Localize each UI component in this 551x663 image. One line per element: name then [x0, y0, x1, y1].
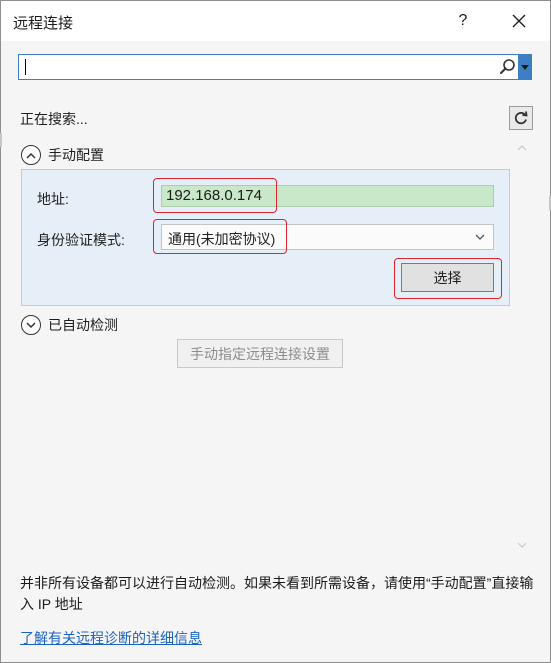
address-label: 地址:	[37, 191, 69, 207]
scroll-up-chevron-icon[interactable]	[517, 144, 527, 152]
auto-detected-label: 已自动检测	[48, 317, 118, 333]
refresh-button[interactable]	[509, 106, 533, 130]
expand-chevron-icon	[21, 315, 41, 335]
scroll-down-chevron-icon[interactable]	[517, 541, 527, 549]
caret-down-icon	[520, 64, 529, 70]
auth-mode-select[interactable]: 通用(未加密协议)	[161, 224, 494, 250]
search-box	[18, 54, 532, 80]
searching-status: 正在搜索...	[20, 111, 88, 127]
chevron-down-icon	[475, 234, 485, 240]
search-input[interactable]	[19, 55, 509, 79]
address-field[interactable]: 192.168.0.174	[161, 185, 494, 207]
auth-mode-value: 通用(未加密协议)	[168, 231, 276, 247]
dialog-title: 远程连接	[13, 15, 74, 32]
refresh-icon	[514, 111, 528, 125]
manual-remote-settings-button[interactable]: 手动指定远程连接设置	[177, 339, 343, 368]
manual-config-header[interactable]: 手动配置	[21, 145, 104, 165]
search-icon[interactable]	[499, 58, 517, 76]
remote-connection-dialog: 远程连接 ? 正在搜索... 手动配置 地址: 192.168.0.174 身份…	[0, 0, 551, 663]
manual-config-label: 手动配置	[48, 147, 104, 163]
learn-more-link[interactable]: 了解有关远程诊断的详细信息	[20, 628, 202, 648]
window-edge-mark	[0, 133, 2, 147]
auto-detected-header[interactable]: 已自动检测	[21, 315, 118, 335]
auto-detect-note: 并非所有设备都可以进行自动检测。如果未看到所需设备，请使用“手动配置”直接输入 …	[20, 575, 534, 612]
close-button[interactable]	[499, 5, 539, 37]
title-bar: 远程连接 ?	[1, 1, 550, 41]
text-caret	[25, 59, 26, 75]
help-button[interactable]: ?	[443, 5, 483, 37]
auth-mode-label: 身份验证模式:	[37, 232, 125, 248]
collapse-chevron-icon	[21, 145, 41, 165]
select-button[interactable]: 选择	[401, 263, 494, 292]
close-icon	[512, 14, 526, 28]
search-dropdown-button[interactable]	[518, 55, 531, 79]
